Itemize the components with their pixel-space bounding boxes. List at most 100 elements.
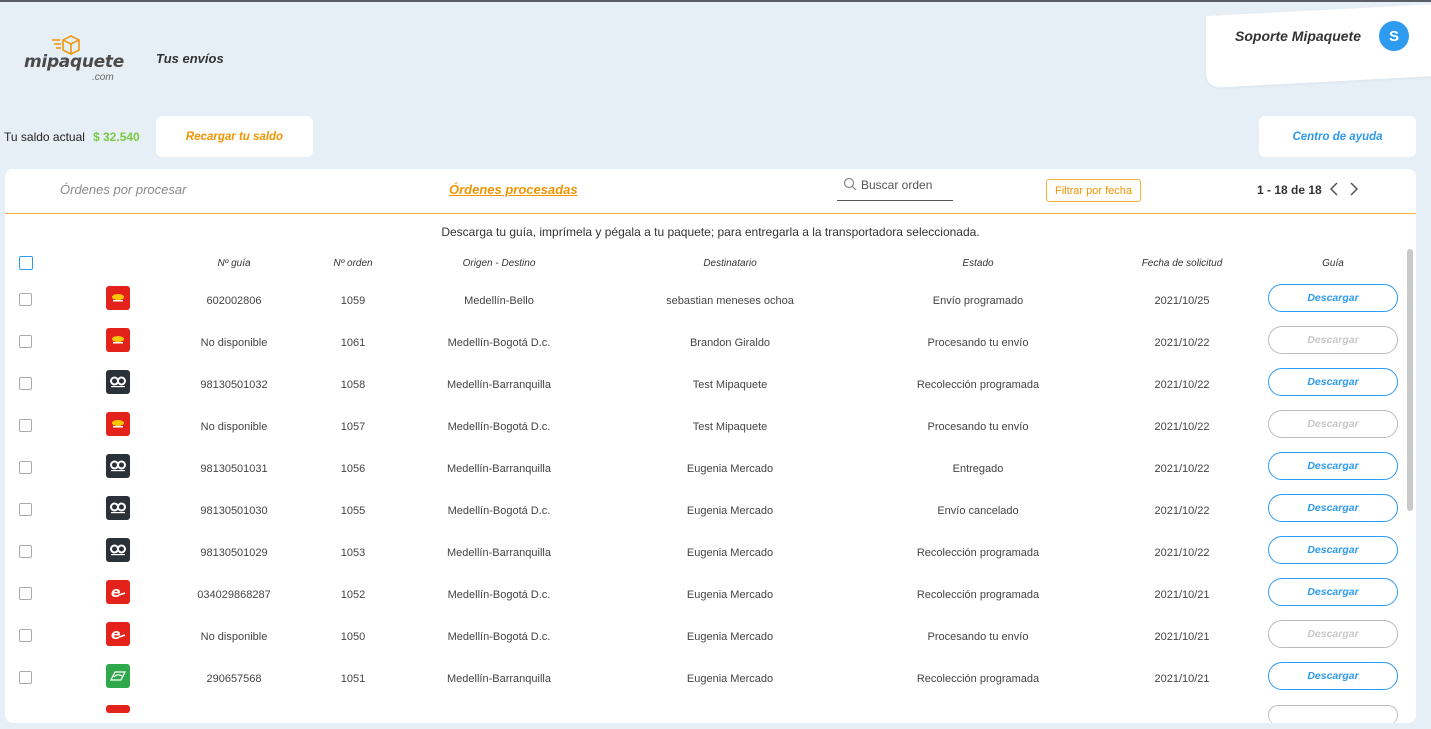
guide-number: 602002806 [206, 295, 262, 307]
status: Recolección programada [916, 673, 1040, 685]
status: Envío programado [932, 295, 1024, 307]
logo-wordmark: mipaquete [24, 52, 124, 72]
order-number: 1050 [340, 631, 366, 643]
route: Medellín-Barranquilla [447, 463, 551, 475]
route: Medellín-Bogotá D.c. [447, 505, 551, 517]
tab-processed-orders[interactable]: Órdenes procesadas [449, 182, 578, 197]
request-date: 2021/10/21 [1154, 631, 1210, 643]
route: Medellín-Bello [464, 295, 534, 307]
recipient: Eugenia Mercado [686, 463, 774, 475]
order-number: 1055 [340, 505, 366, 517]
route: Medellín-Bogotá D.c. [447, 337, 551, 349]
row-checkbox[interactable] [19, 293, 32, 306]
row-checkbox[interactable] [19, 503, 32, 516]
request-date: 2021/10/22 [1154, 463, 1210, 475]
recipient: Eugenia Mercado [686, 589, 774, 601]
avatar[interactable]: S [1379, 21, 1409, 51]
download-guide-button[interactable]: Descargar [1268, 494, 1398, 522]
download-guide-button[interactable]: Descargar [1268, 284, 1398, 312]
recipient: Test Mipaquete [692, 421, 768, 433]
tabs-bar: Órdenes por procesar Órdenes procesadas … [5, 169, 1416, 214]
table-row: 98130501029 1053 Medellín-Barranquilla Euge… [5, 530, 1405, 572]
orders-panel: Órdenes por procesar Órdenes procesadas … [5, 169, 1416, 723]
order-number: 1058 [340, 379, 366, 391]
column-header-status: Estado [962, 258, 994, 269]
logo-suffix: .com [92, 72, 114, 83]
request-date: 2021/10/21 [1154, 589, 1210, 601]
download-guide-button[interactable]: Descargar [1268, 662, 1398, 690]
download-guide-button[interactable]: Descargar [1268, 578, 1398, 606]
recipient: Eugenia Mercado [686, 505, 774, 517]
table-row: e 034029868287 1052 Medellín-Bogotá D.c. Eug… [5, 572, 1405, 614]
svg-text:e: e [111, 627, 121, 641]
table-row-partial [5, 697, 1405, 723]
route: Medellín-Bogotá D.c. [447, 631, 551, 643]
request-date: 2021/10/22 [1154, 421, 1210, 433]
request-date: 2021/10/25 [1154, 295, 1210, 307]
request-date: 2021/10/21 [1154, 673, 1210, 685]
download-guide-button[interactable]: Descargar [1268, 536, 1398, 564]
row-checkbox[interactable] [19, 671, 32, 684]
guide-number: 98130501029 [200, 547, 268, 559]
order-number: 1057 [340, 421, 366, 433]
status: Procesando tu envío [927, 631, 1029, 643]
mipaquete-logo[interactable]: mipaquete .com [24, 32, 124, 83]
table-row: No disponible 1061 Medellín-Bogotá D.c. Bra… [5, 320, 1405, 362]
select-all-checkbox[interactable] [19, 256, 33, 270]
order-number: 1051 [340, 673, 366, 685]
status: Envío cancelado [937, 505, 1019, 517]
order-number: 1059 [340, 295, 366, 307]
request-date: 2021/10/22 [1154, 379, 1210, 391]
carrier-logo-partial [106, 705, 130, 713]
column-header-route: Origen - Destino [462, 258, 536, 269]
help-center-button[interactable]: Centro de ayuda [1259, 116, 1416, 157]
row-checkbox[interactable] [19, 461, 32, 474]
row-checkbox[interactable] [19, 335, 32, 348]
row-checkbox[interactable] [19, 629, 32, 642]
guide-number: 98130501031 [200, 463, 268, 475]
recipient: Eugenia Mercado [686, 547, 774, 559]
column-header-order: Nº orden [333, 258, 373, 269]
status: Recolección programada [916, 589, 1040, 601]
download-guide-button[interactable]: Descargar [1268, 410, 1398, 438]
download-guide-button[interactable]: Descargar [1268, 620, 1398, 648]
download-guide-button[interactable]: Descargar [1268, 368, 1398, 396]
recharge-balance-button[interactable]: Recargar tu saldo [156, 116, 313, 157]
download-guide-button[interactable]: Descargar [1268, 326, 1398, 354]
recipient: Test Mipaquete [692, 379, 768, 391]
recipient: Eugenia Mercado [686, 631, 774, 643]
status: Procesando tu envío [927, 337, 1029, 349]
route: Medellín-Bogotá D.c. [447, 589, 551, 601]
request-date: 2021/10/22 [1154, 337, 1210, 349]
request-date: 2021/10/22 [1154, 505, 1210, 517]
request-date: 2021/10/22 [1154, 547, 1210, 559]
svg-text:e: e [111, 585, 121, 599]
guide-number: No disponible [200, 631, 268, 643]
envia-logo: e [106, 622, 130, 646]
table-row: 602002806 1059 Medellín-Bello sebastian men… [5, 278, 1405, 320]
guide-number: No disponible [200, 421, 268, 433]
row-checkbox[interactable] [19, 587, 32, 600]
tcc-logo [106, 328, 130, 352]
download-guide-button[interactable]: Descargar [1268, 452, 1398, 480]
scrollbar[interactable] [1407, 249, 1413, 511]
tab-pending-orders[interactable]: Órdenes por procesar [60, 182, 186, 197]
row-checkbox[interactable] [19, 545, 32, 558]
column-header-recipient: Destinatario [703, 258, 757, 269]
interrapidisimo-logo [106, 496, 130, 520]
envia-logo: e [106, 580, 130, 604]
row-checkbox[interactable] [19, 377, 32, 390]
table-row: 98130501031 1056 Medellín-Barranquilla Euge… [5, 446, 1405, 488]
table-row: No disponible 1057 Medellín-Bogotá D.c. Tes… [5, 404, 1405, 446]
column-header-guide-download: Guía [1322, 258, 1344, 269]
row-checkbox[interactable] [19, 419, 32, 432]
support-label[interactable]: Soporte Mipaquete [1235, 28, 1361, 44]
table-row: 290657568 1051 Medellín-Barranquilla Eugeni… [5, 656, 1405, 698]
search-input[interactable] [861, 176, 951, 194]
chevron-left-icon[interactable] [1327, 180, 1341, 198]
status: Recolección programada [916, 547, 1040, 559]
filter-by-date-button[interactable]: Filtrar por fecha [1046, 179, 1141, 202]
instructions-text: Descarga tu guía, imprímela y pégala a t… [441, 225, 980, 239]
chevron-right-icon[interactable] [1347, 180, 1361, 198]
search-box [837, 175, 953, 201]
